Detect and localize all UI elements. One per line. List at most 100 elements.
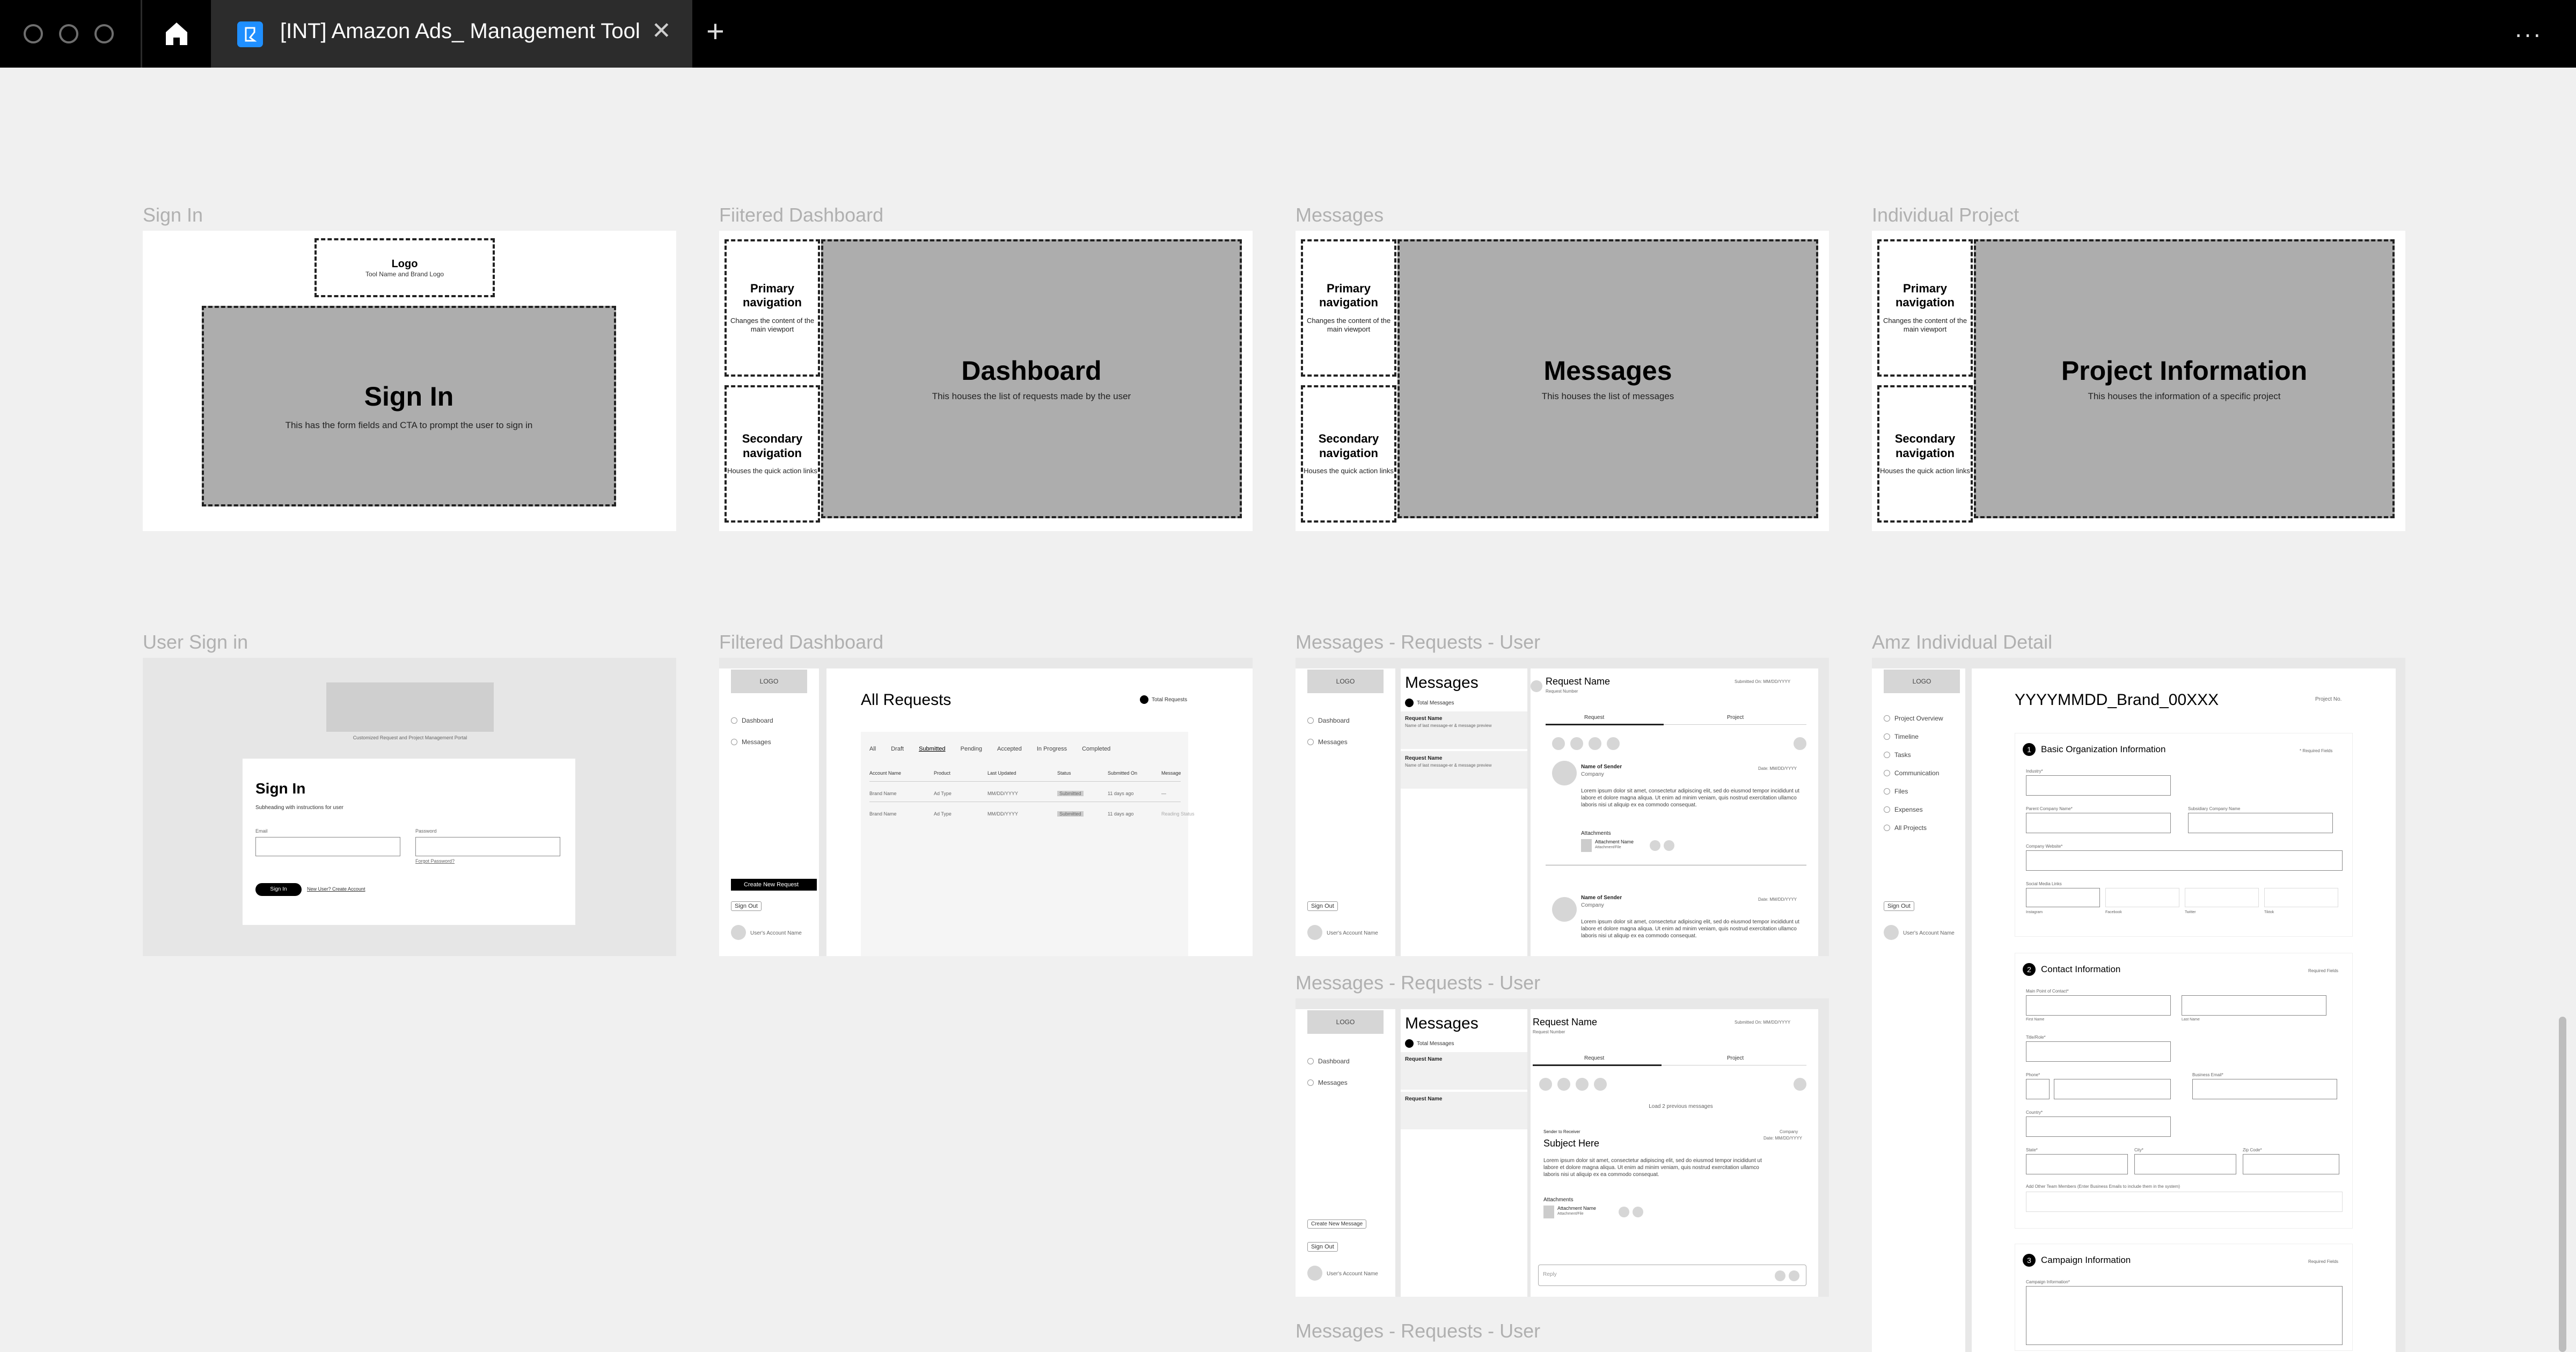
social-link-field[interactable] [2264, 888, 2338, 907]
attach-icon[interactable] [1775, 1270, 1785, 1281]
download-icon[interactable] [1650, 840, 1660, 851]
sidebar-item-tasks[interactable]: Tasks [1884, 751, 1911, 759]
close-tab-icon[interactable]: ✕ [652, 19, 671, 43]
tab-completed[interactable]: Completed [1082, 746, 1110, 752]
action-icon[interactable] [1576, 1078, 1589, 1091]
tab-amazon-ads[interactable]: [INT] Amazon Ads_ Management Tool ✕ [213, 0, 692, 68]
window-maximize-control[interactable] [94, 24, 114, 43]
sidebar-item-timeline[interactable]: Timeline [1884, 733, 1919, 740]
tab-pending[interactable]: Pending [961, 746, 982, 752]
home-button[interactable] [141, 0, 213, 68]
action-icon[interactable] [1552, 737, 1565, 750]
frame-user-sign-in[interactable]: Customized Request and Project Managemen… [143, 658, 676, 956]
frame-sign-in[interactable]: Logo Tool Name and Brand Logo Sign In Th… [143, 231, 676, 531]
social-link-field[interactable] [2026, 888, 2100, 907]
country-field[interactable] [2026, 1116, 2171, 1137]
action-icon[interactable] [1557, 1078, 1570, 1091]
email-field[interactable] [255, 837, 400, 856]
tab-request[interactable]: Request [1584, 1055, 1604, 1061]
table-row[interactable]: Brand Name Ad Type MM/DD/YYYY Submitted … [869, 791, 1181, 796]
sign-out-button[interactable]: Sign Out [1307, 1242, 1338, 1252]
sign-out-button[interactable]: Sign Out [731, 901, 762, 911]
action-icon[interactable] [1794, 737, 1806, 750]
sidebar-item-project-overview[interactable]: Project Overview [1884, 715, 1943, 722]
list-item[interactable]: Request Name [1401, 1052, 1527, 1090]
state-field[interactable] [2026, 1154, 2128, 1174]
first-name-field[interactable] [2026, 995, 2171, 1016]
forgot-password-link[interactable]: Forgot Password? [415, 858, 455, 864]
attachment-name[interactable]: Attachment Name [1595, 839, 1634, 844]
sign-out-button[interactable]: Sign Out [1884, 901, 1914, 911]
frame-individual-project[interactable]: Primary navigation Changes the content o… [1872, 231, 2405, 531]
list-item[interactable]: Request Name [1401, 1092, 1527, 1129]
frame-messages-requests-user[interactable]: LOGO Dashboard Messages Sign Out User's … [1296, 658, 1829, 956]
action-icon[interactable] [1570, 737, 1583, 750]
sidebar-item-expenses[interactable]: Expenses [1884, 806, 1923, 813]
list-item[interactable]: Request Name Name of last message-er & m… [1401, 711, 1527, 749]
send-icon[interactable] [1789, 1270, 1799, 1281]
action-icon[interactable] [1607, 737, 1620, 750]
load-previous-messages-link[interactable]: Load 2 previous messages [1627, 1104, 1735, 1109]
window-close-control[interactable] [24, 24, 43, 43]
campaign-information-field[interactable] [2026, 1286, 2343, 1345]
frame-messages-requests-user-reply[interactable]: LOGO Dashboard Messages Create New Messa… [1296, 998, 1829, 1297]
tab-in-progress[interactable]: In Progress [1037, 746, 1067, 752]
industry-field[interactable] [2026, 775, 2171, 796]
table-row[interactable]: Brand Name Ad Type MM/DD/YYYY Submitted … [869, 811, 1195, 817]
frame-filtered-dashboard[interactable]: LOGO Dashboard Messages Create New Reque… [719, 658, 1253, 956]
business-email-field[interactable] [2192, 1079, 2337, 1099]
new-tab-icon[interactable]: + [706, 16, 724, 47]
frame-amz-individual-detail[interactable]: LOGO Project Overview Timeline Tasks Com… [1872, 658, 2405, 1352]
password-field[interactable] [415, 837, 560, 856]
tab-draft[interactable]: Draft [891, 746, 904, 752]
create-account-link[interactable]: New User? Create Account [307, 886, 365, 892]
preview-icon[interactable] [1664, 840, 1674, 851]
social-link-field[interactable] [2185, 888, 2259, 907]
tab-all[interactable]: All [869, 746, 876, 752]
create-new-request-button[interactable]: Create New Request [731, 879, 817, 891]
subsidiary-company-field[interactable] [2188, 813, 2333, 833]
social-link-field[interactable] [2105, 888, 2179, 907]
tab-accepted[interactable]: Accepted [997, 746, 1022, 752]
frame-messages[interactable]: Primary navigation Changes the content o… [1296, 231, 1829, 531]
sign-in-placeholder: Sign In This has the form fields and CTA… [202, 306, 616, 506]
sidebar-item-communication[interactable]: Communication [1884, 769, 1939, 777]
sidebar-item-all-projects[interactable]: All Projects [1884, 824, 1927, 832]
action-icon[interactable] [1589, 737, 1601, 750]
phone-field[interactable] [2054, 1079, 2171, 1099]
title-role-field[interactable] [2026, 1041, 2171, 1062]
sidebar-item-dashboard[interactable]: Dashboard [1307, 1057, 1350, 1065]
last-name-field[interactable] [2182, 995, 2326, 1016]
sidebar-item-files[interactable]: Files [1884, 788, 1908, 795]
more-options-icon[interactable]: ··· [2514, 21, 2542, 46]
sidebar-item-messages[interactable]: Messages [1307, 1079, 1348, 1086]
tab-submitted[interactable]: Submitted [919, 746, 946, 752]
canvas-scrollbar[interactable] [2559, 1017, 2566, 1352]
tab-request[interactable]: Request [1584, 715, 1604, 721]
city-field[interactable] [2134, 1154, 2236, 1174]
create-new-message-button[interactable]: Create New Message [1307, 1219, 1367, 1229]
tab-project[interactable]: Project [1727, 1055, 1744, 1061]
reply-input[interactable]: Reply [1538, 1265, 1806, 1286]
attachment-name[interactable]: Attachment Name [1557, 1206, 1596, 1211]
list-item[interactable]: Request Name Name of last message-er & m… [1401, 751, 1527, 789]
action-icon[interactable] [1539, 1078, 1552, 1091]
action-icon[interactable] [1794, 1078, 1806, 1091]
sidebar-item-messages[interactable]: Messages [731, 738, 771, 746]
company-website-field[interactable] [2026, 850, 2343, 871]
download-icon[interactable] [1619, 1207, 1629, 1217]
parent-company-field[interactable] [2026, 813, 2171, 833]
frame-fiitered-dashboard[interactable]: Primary navigation Changes the content o… [719, 231, 1253, 531]
sign-out-button[interactable]: Sign Out [1307, 901, 1338, 911]
phone-code-field[interactable] [2026, 1079, 2050, 1099]
sidebar-item-dashboard[interactable]: Dashboard [1307, 717, 1350, 724]
sidebar-item-messages[interactable]: Messages [1307, 738, 1348, 746]
team-members-field[interactable] [2026, 1192, 2343, 1212]
sidebar-item-dashboard[interactable]: Dashboard [731, 717, 773, 724]
window-minimize-control[interactable] [59, 24, 78, 43]
tab-project[interactable]: Project [1727, 715, 1744, 721]
sign-in-button[interactable]: Sign In [255, 883, 302, 896]
action-icon[interactable] [1594, 1078, 1607, 1091]
zip-code-field[interactable] [2243, 1154, 2339, 1174]
preview-icon[interactable] [1633, 1207, 1643, 1217]
